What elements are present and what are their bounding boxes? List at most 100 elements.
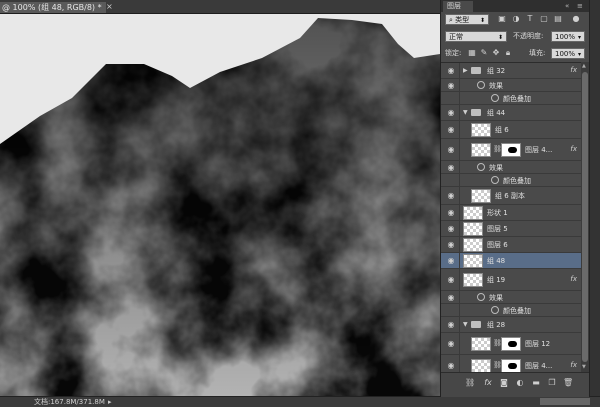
document-canvas[interactable] — [0, 14, 440, 396]
layer-row[interactable]: ◉ ⛓ 图层 4... fx — [441, 139, 581, 161]
layer-thumbnail[interactable] — [463, 273, 483, 287]
scroll-up-icon[interactable]: ▲ — [582, 63, 586, 69]
visibility-divider — [459, 355, 460, 373]
layer-row[interactable]: ◉ 组 48 — [441, 253, 581, 269]
eye-icon[interactable]: ◉ — [445, 208, 457, 217]
eye-icon[interactable]: ◉ — [445, 163, 457, 172]
link-icon[interactable]: ⛓ — [465, 378, 475, 388]
mask-icon[interactable]: ◙ — [499, 378, 509, 388]
eye-icon[interactable]: ◉ — [445, 191, 457, 200]
scroll-thumb[interactable] — [582, 72, 588, 362]
eye-icon[interactable]: ◉ — [445, 293, 457, 302]
blend-mode-select[interactable]: 正常 ⬍ — [445, 31, 507, 42]
fx-icon[interactable]: fx — [570, 66, 577, 74]
close-tab-icon[interactable]: × — [106, 2, 114, 11]
layer-row[interactable]: ◉ 组 6 — [441, 121, 581, 139]
layer-thumbnail[interactable] — [471, 359, 491, 373]
lock-position-icon[interactable]: ✥ — [491, 48, 501, 58]
document-tab[interactable]: @ 100% (组 48, RGB/8) * — [0, 2, 106, 13]
fx-icon[interactable]: fx — [570, 145, 577, 153]
group-row[interactable]: ◉ ▶ 组 32 fx — [441, 63, 581, 79]
eye-icon[interactable]: ◉ — [445, 81, 457, 90]
filter-shape-icon[interactable]: ▢ — [539, 14, 549, 24]
effects-row[interactable]: ◉ 效果 — [441, 291, 581, 304]
fx-icon[interactable]: fx — [570, 361, 577, 369]
lock-image-icon[interactable]: ✎ — [479, 48, 489, 58]
layer-thumbnail[interactable] — [471, 143, 491, 157]
effect-row[interactable]: 颜色叠加 — [441, 92, 581, 105]
effects-row[interactable]: ◉ 效果 — [441, 79, 581, 92]
group-row[interactable]: ◉ ▼ 组 44 — [441, 105, 581, 121]
effect-eye-icon[interactable] — [477, 81, 485, 89]
horizontal-scrollbar[interactable] — [540, 398, 590, 405]
layer-mask-thumbnail[interactable] — [501, 359, 521, 373]
layer-thumbnail[interactable] — [471, 337, 491, 351]
layer-thumbnail[interactable] — [463, 222, 483, 236]
fill-field[interactable]: 100% ▾ — [551, 48, 585, 59]
adjustment-icon[interactable]: ◐ — [515, 378, 525, 388]
scroll-down-icon[interactable]: ▼ — [582, 364, 586, 370]
eye-icon[interactable]: ◉ — [445, 66, 457, 75]
effect-eye-icon[interactable] — [477, 163, 485, 171]
collapse-panel-icon[interactable]: « — [565, 1, 569, 11]
layer-row[interactable]: ◉ ⛓ 图层 4... fx — [441, 355, 581, 373]
lock-transparent-icon[interactable]: ▦ — [467, 48, 477, 58]
filter-toggle-icon[interactable]: ● — [571, 14, 581, 24]
tab-layers[interactable]: 图层 — [443, 1, 473, 12]
layer-row[interactable]: ◉ ⛓ 图层 12 — [441, 333, 581, 355]
eye-icon[interactable]: ◉ — [445, 240, 457, 249]
visibility-divider — [459, 121, 460, 138]
layer-row[interactable]: ◉ 组 6 副本 — [441, 187, 581, 205]
group-row[interactable]: ◉ ▼ 组 28 — [441, 317, 581, 333]
eye-icon[interactable]: ◉ — [445, 256, 457, 265]
filter-type-icon[interactable]: T — [525, 14, 535, 24]
effects-row[interactable]: ◉ 效果 — [441, 161, 581, 174]
panel-tab-bar: 图层 « ≡ — [441, 0, 589, 12]
layers-scrollbar[interactable]: ▲ ▼ — [581, 62, 589, 372]
filter-kind-select[interactable]: ⌕ 类型 ⬍ — [445, 14, 489, 25]
filter-smart-object-icon[interactable]: ▤ — [553, 14, 563, 24]
layer-row[interactable]: ◉ 图层 5 — [441, 221, 581, 237]
layer-row[interactable]: ◉ 组 19 fx — [441, 269, 581, 291]
effect-eye-icon[interactable] — [491, 306, 499, 314]
eye-icon[interactable]: ◉ — [445, 361, 457, 370]
layer-thumbnail[interactable] — [463, 254, 483, 268]
lock-all-icon[interactable]: 🔒︎ — [503, 48, 513, 58]
filter-pixel-icon[interactable]: ▣ — [497, 14, 507, 24]
layer-name: 组 48 — [487, 257, 506, 265]
trash-icon[interactable]: 🗑︎ — [563, 378, 573, 388]
eye-icon[interactable]: ◉ — [445, 224, 457, 233]
layer-mask-thumbnail[interactable] — [501, 143, 521, 157]
expand-triangle-open-icon[interactable]: ▼ — [463, 321, 468, 328]
effect-eye-icon[interactable] — [491, 176, 499, 184]
opacity-label: 不透明度: — [513, 32, 544, 40]
layer-mask-thumbnail[interactable] — [501, 337, 521, 351]
filter-adjustment-icon[interactable]: ◑ — [511, 14, 521, 24]
fx-icon[interactable]: fx — [570, 275, 577, 283]
eye-icon[interactable]: ◉ — [445, 125, 457, 134]
layer-row[interactable]: ◉ 图层 6 — [441, 237, 581, 253]
layer-name: 图层 6 — [487, 241, 508, 249]
status-bar: 文档:167.8M/371.8M ▸ — [0, 396, 600, 407]
effect-eye-icon[interactable] — [491, 94, 499, 102]
layer-thumbnail[interactable] — [463, 206, 483, 220]
expand-triangle-closed-icon[interactable]: ▶ — [463, 67, 468, 74]
new-group-icon[interactable]: ▬ — [531, 378, 541, 388]
eye-icon[interactable]: ◉ — [445, 320, 457, 329]
effect-row[interactable]: 颜色叠加 — [441, 174, 581, 187]
expand-triangle-open-icon[interactable]: ▼ — [463, 109, 468, 116]
eye-icon[interactable]: ◉ — [445, 108, 457, 117]
eye-icon[interactable]: ◉ — [445, 145, 457, 154]
layer-thumbnail[interactable] — [471, 123, 491, 137]
opacity-field[interactable]: 100% ▾ — [551, 31, 585, 42]
new-layer-icon[interactable]: ❐ — [547, 378, 557, 388]
panel-menu-icon[interactable]: ≡ — [577, 1, 583, 11]
layer-thumbnail[interactable] — [471, 189, 491, 203]
eye-icon[interactable]: ◉ — [445, 339, 457, 348]
effect-eye-icon[interactable] — [477, 293, 485, 301]
effect-row[interactable]: 颜色叠加 — [441, 304, 581, 317]
layer-thumbnail[interactable] — [463, 238, 483, 252]
eye-icon[interactable]: ◉ — [445, 275, 457, 284]
layer-row[interactable]: ◉ 形状 1 — [441, 205, 581, 221]
fx-icon[interactable]: fx — [483, 378, 493, 388]
